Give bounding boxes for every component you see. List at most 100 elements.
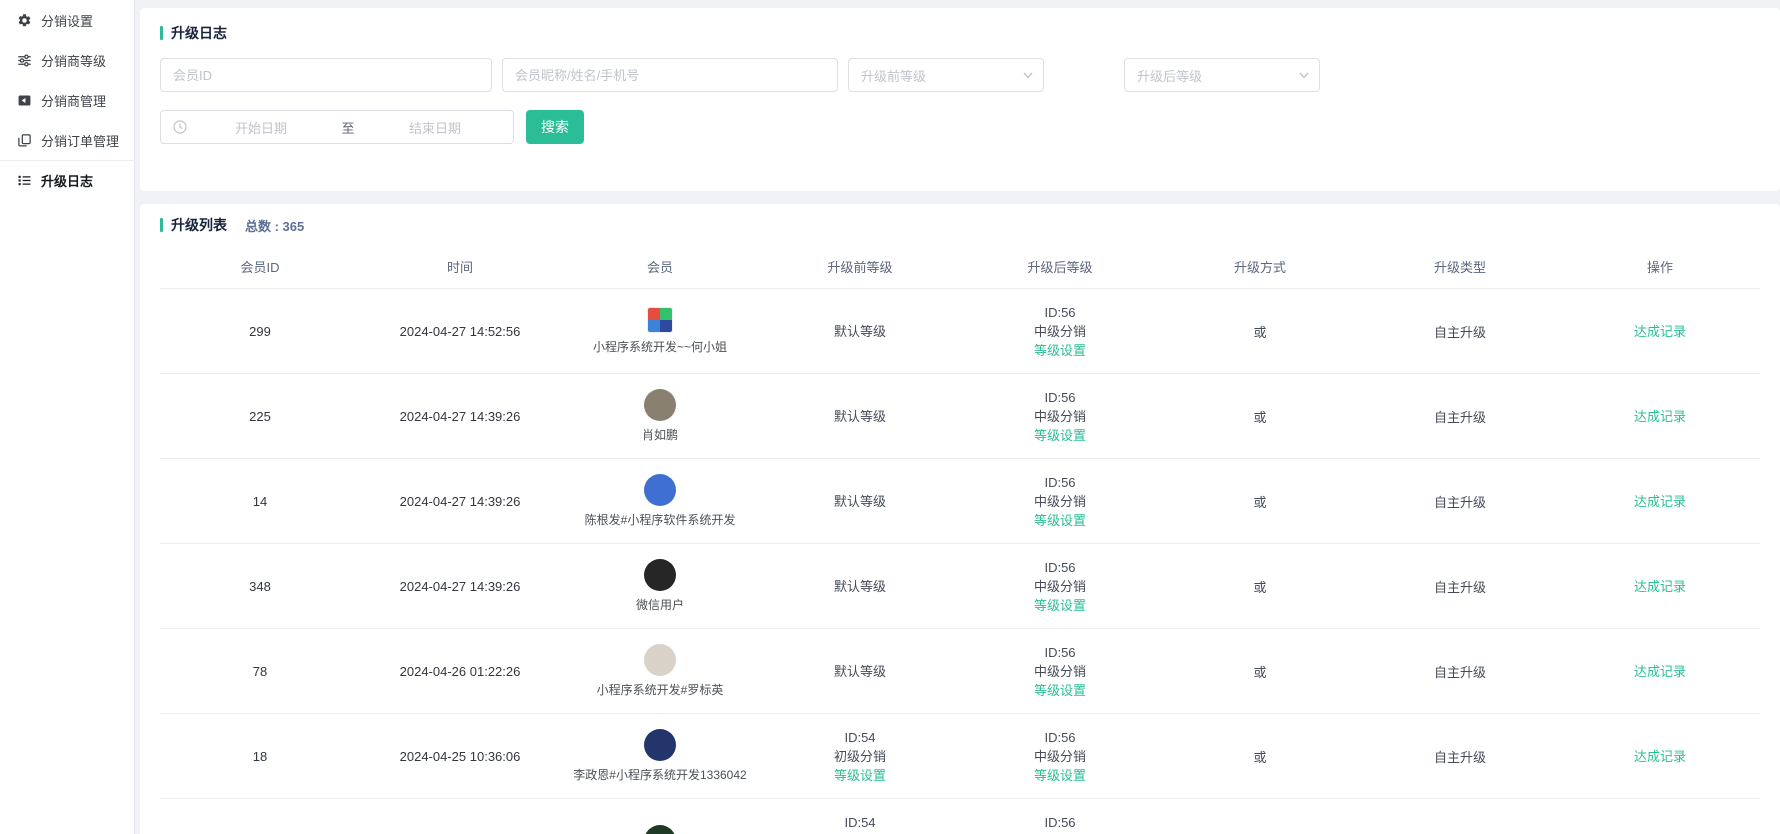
upgrade-method-cell: 或 bbox=[1160, 629, 1360, 713]
member-cell: 肖如鹏 bbox=[560, 374, 760, 458]
member-id-input[interactable] bbox=[160, 58, 492, 92]
time-cell: 2024-04-27 14:39:26 bbox=[360, 459, 560, 543]
achieve-record-link[interactable]: 达成记录 bbox=[1634, 322, 1686, 341]
upgrade-method-cell: 或 bbox=[1160, 289, 1360, 373]
level-name: 默认等级 bbox=[834, 577, 886, 596]
level-settings-link[interactable]: 等级设置 bbox=[1034, 341, 1086, 360]
title-accent-bar bbox=[160, 26, 163, 40]
table-header-row: 会员ID时间会员升级前等级升级后等级升级方式升级类型操作 bbox=[160, 244, 1760, 288]
level-settings-link[interactable]: 等级设置 bbox=[1034, 426, 1086, 445]
level-name: 默认等级 bbox=[834, 407, 886, 426]
filter-card-title-row: 升级日志 bbox=[160, 22, 1760, 44]
table-row: 18 2024-04-25 10:36:06 李政恩#小程序系统开发133604… bbox=[160, 713, 1760, 798]
column-header: 时间 bbox=[360, 244, 560, 288]
sidebar-item-gear[interactable]: 分销设置 bbox=[0, 0, 134, 40]
level-before-cell: 默认等级 bbox=[760, 374, 960, 458]
member-info-input[interactable] bbox=[502, 58, 838, 92]
level-after-cell: ID:56中级分销等级设置 bbox=[960, 289, 1160, 373]
upgrade-type-cell: 自主升级 bbox=[1360, 374, 1560, 458]
date-separator: 至 bbox=[331, 118, 365, 137]
level-after-cell: ID:56中级分销等级设置 bbox=[960, 799, 1160, 834]
chevron-down-icon bbox=[1299, 72, 1309, 79]
level-settings-link[interactable]: 等级设置 bbox=[1034, 511, 1086, 530]
column-header: 会员 bbox=[560, 244, 760, 288]
table-body: 299 2024-04-27 14:52:56 小程序系统开发~~何小姐 默认等… bbox=[160, 288, 1760, 834]
sidebar-item-sliders[interactable]: 分销商等级 bbox=[0, 40, 134, 80]
level-before-cell: ID:54初级分销等级设置 bbox=[760, 799, 960, 834]
level-before-cell: 默认等级 bbox=[760, 629, 960, 713]
manage-icon bbox=[17, 93, 32, 108]
sidebar-menu: 分销设置 分销商等级 分销商管理 分销订单管理 升级日志 bbox=[0, 0, 134, 200]
level-after-cell: ID:56中级分销等级设置 bbox=[960, 629, 1160, 713]
action-cell: 达成记录 bbox=[1560, 629, 1760, 713]
sidebar-item-label: 分销订单管理 bbox=[41, 131, 119, 150]
table-row: 14 2024-04-27 14:39:26 陈根发#小程序软件系统开发 默认等… bbox=[160, 458, 1760, 543]
date-end-placeholder[interactable]: 结束日期 bbox=[365, 118, 505, 137]
date-start-placeholder[interactable]: 开始日期 bbox=[191, 118, 331, 137]
level-id: ID:56 bbox=[1044, 728, 1075, 747]
sidebar-item-label: 分销商等级 bbox=[41, 51, 106, 70]
title-accent-bar bbox=[160, 218, 163, 232]
list-card-title-row: 升级列表 总数 : 365 bbox=[160, 214, 1760, 236]
level-id: ID:54 bbox=[844, 813, 875, 832]
main-content: 升级日志 升级前等级 升级后等级 开始日期 至 结束日期 bbox=[136, 0, 1780, 834]
sidebar-item-orders[interactable]: 分销订单管理 bbox=[0, 120, 134, 160]
level-settings-link[interactable]: 等级设置 bbox=[1034, 766, 1086, 785]
page-title: 升级日志 bbox=[171, 23, 227, 43]
achieve-record-link[interactable]: 达成记录 bbox=[1634, 747, 1686, 766]
member-id-cell bbox=[160, 799, 360, 834]
time-cell: 2024-04-27 14:52:56 bbox=[360, 289, 560, 373]
member-id-cell: 299 bbox=[160, 289, 360, 373]
member-avatar bbox=[644, 559, 676, 591]
sidebar-item-list[interactable]: 升级日志 bbox=[0, 160, 134, 200]
action-cell: 达成记录 bbox=[1560, 799, 1760, 834]
member-id-cell: 14 bbox=[160, 459, 360, 543]
gear-icon bbox=[17, 13, 32, 28]
level-settings-link[interactable]: 等级设置 bbox=[834, 766, 886, 785]
member-name: 微信用户 bbox=[636, 596, 684, 613]
filter-row-1: 升级前等级 升级后等级 bbox=[160, 58, 1760, 92]
member-cell: 微信用户 bbox=[560, 544, 760, 628]
achieve-record-link[interactable]: 达成记录 bbox=[1634, 662, 1686, 681]
table-row: 225 2024-04-27 14:39:26 肖如鹏 默认等级 ID:56中级… bbox=[160, 373, 1760, 458]
level-name: 初级分销 bbox=[834, 747, 886, 766]
date-range-picker[interactable]: 开始日期 至 结束日期 bbox=[160, 110, 514, 144]
time-cell: 2024-04-27 14:39:26 bbox=[360, 544, 560, 628]
time-cell: 2024-04-25 10:36:06 bbox=[360, 714, 560, 798]
upgrade-type-cell: 自主升级 bbox=[1360, 289, 1560, 373]
sidebar-item-manage[interactable]: 分销商管理 bbox=[0, 80, 134, 120]
orders-icon bbox=[17, 133, 32, 148]
achieve-record-link[interactable]: 达成记录 bbox=[1634, 492, 1686, 511]
column-header: 操作 bbox=[1560, 244, 1760, 288]
upgrade-method-cell: 或 bbox=[1160, 374, 1360, 458]
level-settings-link[interactable]: 等级设置 bbox=[1034, 596, 1086, 615]
level-before-select[interactable]: 升级前等级 bbox=[848, 58, 1044, 92]
level-settings-link[interactable]: 等级设置 bbox=[1034, 681, 1086, 700]
member-avatar bbox=[644, 389, 676, 421]
time-cell: 2024-04-27 14:39:26 bbox=[360, 374, 560, 458]
search-button[interactable]: 搜索 bbox=[526, 110, 584, 144]
achieve-record-link[interactable]: 达成记录 bbox=[1634, 407, 1686, 426]
column-header: 升级方式 bbox=[1160, 244, 1360, 288]
level-name: 中级分销 bbox=[1034, 492, 1086, 511]
achieve-record-link[interactable]: 达成记录 bbox=[1634, 577, 1686, 596]
member-id-cell: 225 bbox=[160, 374, 360, 458]
level-before-cell: 默认等级 bbox=[760, 459, 960, 543]
action-cell: 达成记录 bbox=[1560, 374, 1760, 458]
level-name: 中级分销 bbox=[1034, 747, 1086, 766]
upgrade-type-cell: 自主升级 bbox=[1360, 629, 1560, 713]
member-name: 小程序系统开发#罗标英 bbox=[597, 681, 724, 698]
column-header: 升级后等级 bbox=[960, 244, 1160, 288]
upgrade-method-cell: 或 bbox=[1160, 714, 1360, 798]
table-row: 78 2024-04-26 01:22:26 小程序系统开发#罗标英 默认等级 … bbox=[160, 628, 1760, 713]
level-id: ID:56 bbox=[1044, 388, 1075, 407]
member-avatar bbox=[644, 729, 676, 761]
list-icon bbox=[17, 173, 32, 188]
level-after-select[interactable]: 升级后等级 bbox=[1124, 58, 1320, 92]
upgrade-type-cell: 自主升级 bbox=[1360, 544, 1560, 628]
sidebar-item-label: 分销商管理 bbox=[41, 91, 106, 110]
column-header: 升级前等级 bbox=[760, 244, 960, 288]
level-name: 中级分销 bbox=[1034, 662, 1086, 681]
action-cell: 达成记录 bbox=[1560, 289, 1760, 373]
member-cell bbox=[560, 799, 760, 834]
